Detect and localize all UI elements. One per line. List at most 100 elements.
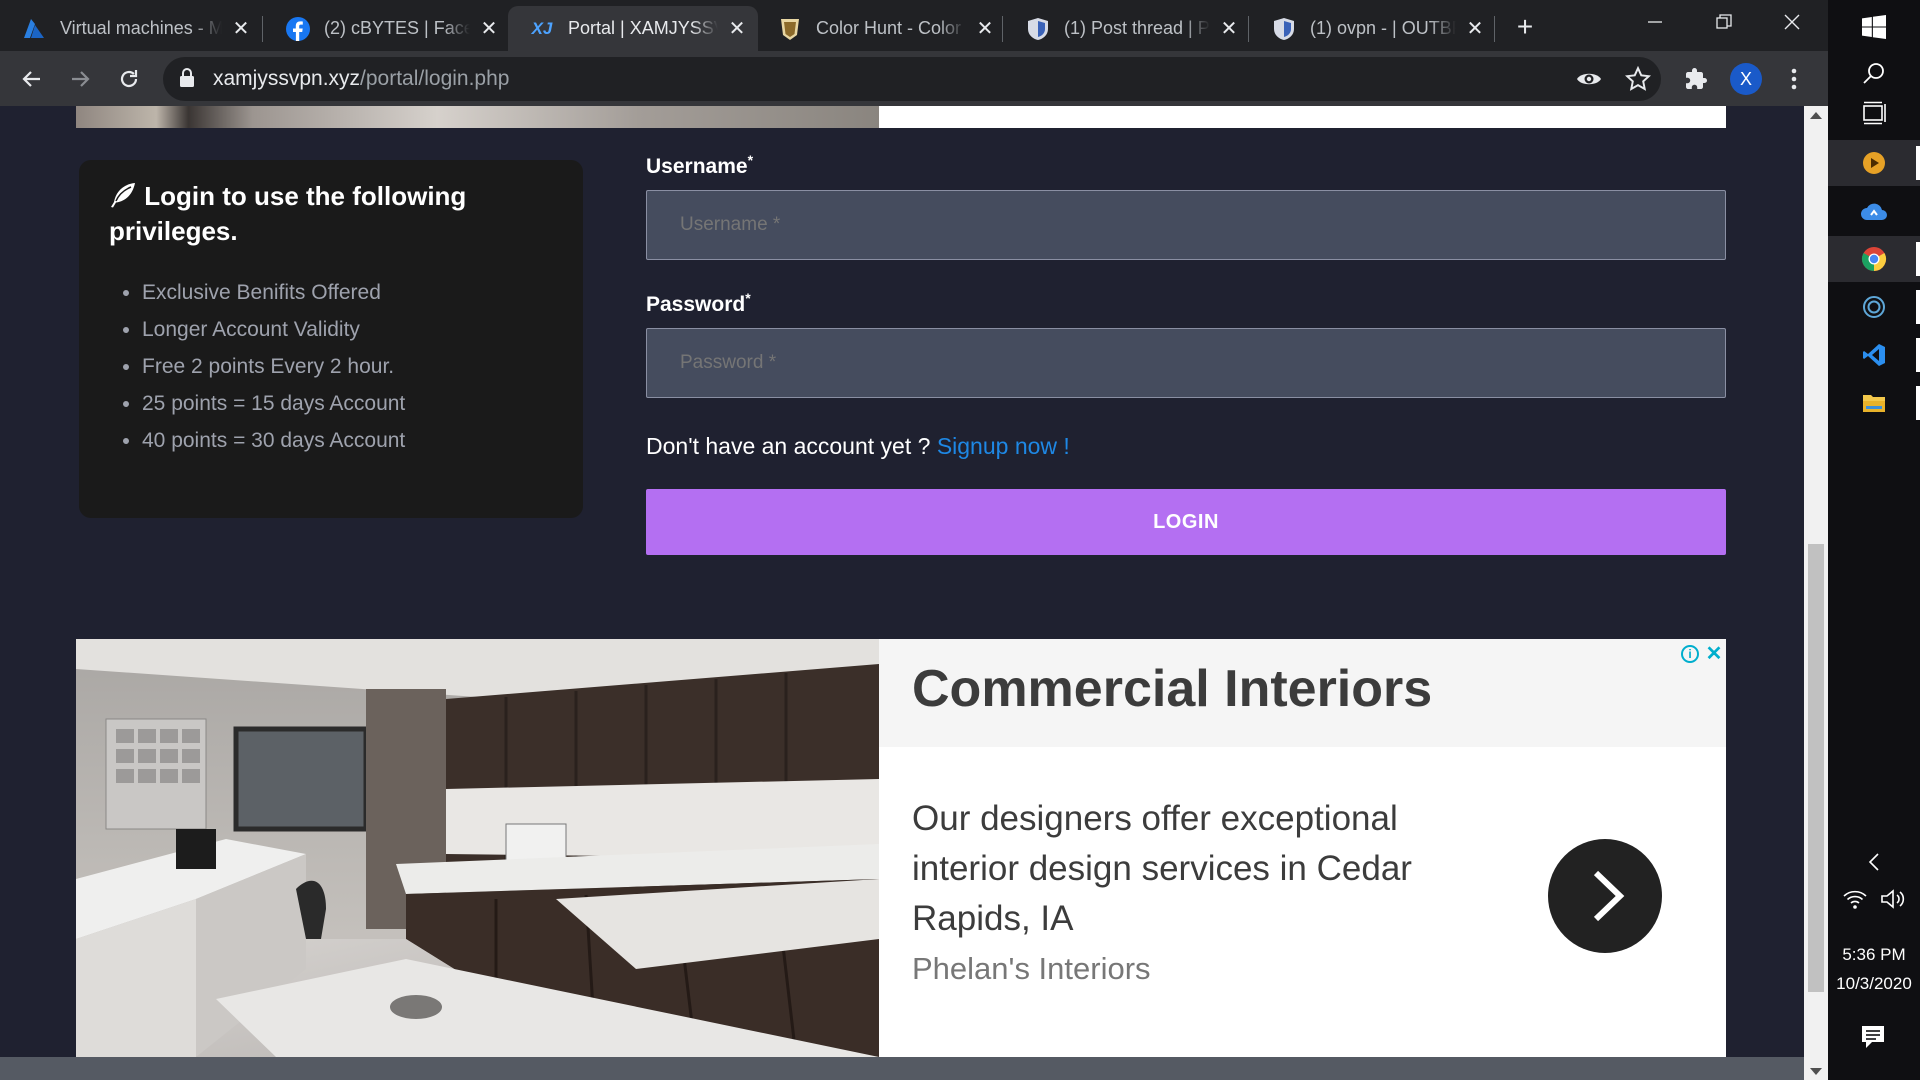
ad-close-icon[interactable]: ✕ xyxy=(1704,641,1724,665)
taskbar-app-vscode[interactable] xyxy=(1828,332,1920,378)
username-input[interactable] xyxy=(646,190,1726,260)
tab-title: (2) cBYTES | Facebook xyxy=(324,18,470,38)
clock-date: 10/3/2020 xyxy=(1836,974,1912,993)
chevron-left-icon xyxy=(1868,853,1879,871)
chevron-right-icon xyxy=(1593,870,1625,922)
start-button[interactable] xyxy=(1828,4,1920,50)
new-tab-button[interactable]: + xyxy=(1508,10,1542,44)
scroll-up-arrow[interactable] xyxy=(1810,112,1822,119)
forward-button[interactable] xyxy=(62,61,98,97)
profile-avatar[interactable]: X xyxy=(1730,63,1762,95)
taskbar-app-media[interactable] xyxy=(1828,140,1920,186)
close-icon[interactable]: ✕ xyxy=(230,18,252,40)
clock-time: 5:36 PM xyxy=(1842,945,1906,964)
ad-image[interactable] xyxy=(76,639,879,1057)
back-button[interactable] xyxy=(14,61,50,97)
browser-tab-strip: Virtual machines - Microsoft Azure ✕ (2)… xyxy=(0,0,1828,51)
list-item: Exclusive Benifits Offered xyxy=(142,274,405,311)
required-mark: * xyxy=(745,290,751,306)
eye-icon[interactable] xyxy=(1576,67,1602,96)
task-view-icon xyxy=(1863,101,1886,125)
signup-link[interactable]: Signup now ! xyxy=(937,433,1070,459)
ad-body[interactable]: Our designers offer exceptional interior… xyxy=(912,794,1472,944)
username-label: Username* xyxy=(646,152,753,179)
tab-post-thread[interactable]: (1) Post thread | Pinoy ✕ xyxy=(1004,6,1250,51)
ad-headline[interactable]: Commercial Interiors xyxy=(912,659,1432,719)
plus-icon: + xyxy=(1516,11,1534,42)
show-hidden-icons-button[interactable] xyxy=(1828,842,1920,882)
tab-ovpn[interactable]: (1) ovpn - | OUTBREAK ✕ xyxy=(1250,6,1496,51)
close-icon[interactable]: ✕ xyxy=(1464,18,1486,40)
tab-title: (1) ovpn - | OUTBREAK xyxy=(1310,18,1456,38)
taskbar-app-cloud[interactable] xyxy=(1828,188,1920,234)
minimize-button[interactable] xyxy=(1623,0,1687,44)
reload-button[interactable] xyxy=(111,61,147,97)
media-player-icon xyxy=(1863,152,1885,174)
browser-toolbar: xamjyssvpn.xyz/portal/login.php X xyxy=(0,51,1828,106)
minimize-icon xyxy=(1648,21,1662,23)
close-icon[interactable]: ✕ xyxy=(726,18,748,40)
task-view-button[interactable] xyxy=(1828,90,1920,136)
xj-icon: XJ xyxy=(531,18,553,38)
tab-virtual-machines[interactable]: Virtual machines - Microsoft Azure ✕ xyxy=(0,6,262,51)
list-item: Free 2 points Every 2 hour. xyxy=(142,348,405,385)
colorhunt-icon xyxy=(778,17,802,41)
tab-portal[interactable]: XJ Portal | XAMJYSSVPN ✕ xyxy=(508,6,758,51)
close-icon[interactable]: ✕ xyxy=(1218,18,1240,40)
privileges-heading-text: Login to use the following privileges. xyxy=(109,181,467,246)
search-icon xyxy=(1863,63,1884,84)
arrow-left-icon xyxy=(22,71,40,87)
shield-icon xyxy=(1272,17,1296,41)
tab-title: Color Hunt - Color Palettes xyxy=(816,18,966,38)
ad-next-button[interactable] xyxy=(1548,839,1662,953)
close-icon xyxy=(1784,14,1800,30)
more-vert-icon xyxy=(1791,68,1797,90)
bottom-bar xyxy=(0,1057,1804,1080)
login-button[interactable]: LOGIN xyxy=(646,489,1726,555)
ad-banner[interactable]: Commercial Interiors i ✕ Our designers o… xyxy=(76,639,1726,1057)
close-window-button[interactable] xyxy=(1760,0,1824,44)
system-clock[interactable]: 5:36 PM 10/3/2020 xyxy=(1828,940,1920,998)
scroll-down-arrow[interactable] xyxy=(1810,1068,1822,1075)
page-scrollbar[interactable] xyxy=(1804,106,1828,1080)
privileges-list: Exclusive Benifits Offered Longer Accoun… xyxy=(109,274,405,459)
taskbar-app-browser[interactable] xyxy=(1828,284,1920,330)
notifications-button[interactable] xyxy=(1860,1024,1886,1055)
shield-icon xyxy=(1026,17,1050,41)
restore-button[interactable] xyxy=(1692,0,1756,44)
tab-color-hunt[interactable]: Color Hunt - Color Palettes ✕ xyxy=(756,6,1006,51)
ad-image-partial xyxy=(76,106,879,128)
ad-advertiser[interactable]: Phelan's Interiors xyxy=(912,951,1151,987)
password-label: Password* xyxy=(646,290,751,317)
close-icon[interactable]: ✕ xyxy=(478,18,500,40)
url-domain: xamjyssvpn.xyz xyxy=(213,67,361,90)
username-label-text: Username xyxy=(646,155,748,178)
signup-prompt: Don't have an account yet ? xyxy=(646,433,931,459)
menu-button[interactable] xyxy=(1776,61,1812,97)
taskbar-app-file-explorer[interactable] xyxy=(1828,380,1920,426)
tab-title: Portal | XAMJYSSVPN xyxy=(568,18,718,38)
privileges-heading: Login to use the following privileges. xyxy=(109,180,549,247)
azure-icon xyxy=(22,17,46,41)
extensions-button[interactable] xyxy=(1678,61,1714,97)
close-icon[interactable]: ✕ xyxy=(974,18,996,40)
page-content: Login to use the following privileges. E… xyxy=(0,106,1804,1080)
required-mark: * xyxy=(747,152,754,168)
list-item: 25 points = 15 days Account xyxy=(142,385,405,422)
action-center-icon xyxy=(1862,1026,1884,1048)
star-icon[interactable] xyxy=(1624,65,1652,97)
password-input[interactable] xyxy=(646,328,1726,398)
privileges-card: Login to use the following privileges. E… xyxy=(79,160,583,518)
address-bar[interactable]: xamjyssvpn.xyz/portal/login.php xyxy=(163,57,1661,101)
ad-info-icon[interactable]: i xyxy=(1681,645,1699,663)
chrome-icon xyxy=(1861,247,1887,271)
restore-icon xyxy=(1716,14,1732,29)
reload-icon xyxy=(120,70,138,88)
tab-title: Virtual machines - Microsoft Azure xyxy=(60,18,222,38)
taskbar-app-chrome[interactable] xyxy=(1828,236,1920,282)
tab-title: (1) Post thread | Pinoy xyxy=(1064,18,1210,38)
volume-icon[interactable] xyxy=(1880,888,1906,915)
wifi-icon[interactable] xyxy=(1842,888,1868,915)
tab-facebook[interactable]: (2) cBYTES | Facebook ✕ xyxy=(264,6,510,51)
scroll-thumb[interactable] xyxy=(1808,544,1824,992)
